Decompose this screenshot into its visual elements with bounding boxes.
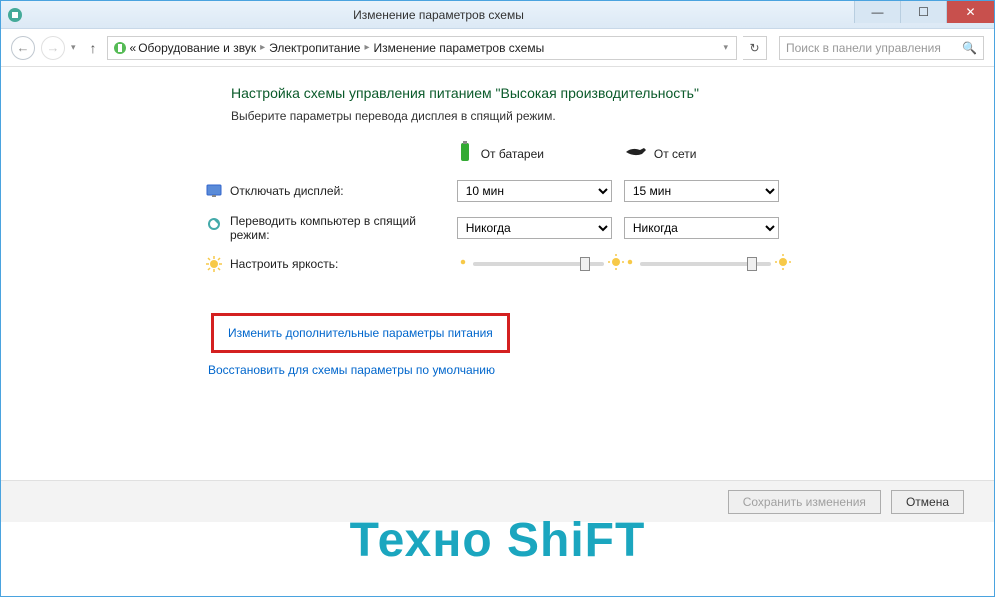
- display-off-label: Отключать дисплей:: [230, 184, 344, 198]
- advanced-settings-highlight: Изменить дополнительные параметры питани…: [211, 313, 510, 353]
- page-heading: Настройка схемы управления питанием "Выс…: [231, 85, 791, 101]
- history-dropdown-icon[interactable]: ▾: [71, 42, 76, 53]
- page-subtext: Выберите параметры перевода дисплея в сп…: [231, 109, 791, 123]
- plug-icon: [624, 145, 646, 162]
- brightness-high-icon: [775, 254, 791, 273]
- up-button[interactable]: ↑: [86, 40, 101, 56]
- brightness-low-icon: [624, 256, 636, 271]
- refresh-button[interactable]: ↻: [743, 36, 767, 60]
- ac-column-label: От сети: [654, 147, 697, 161]
- minimize-button[interactable]: —: [854, 1, 900, 23]
- sleep-ac-select[interactable]: Никогда: [624, 217, 779, 239]
- brightness-icon: [206, 256, 222, 272]
- display-off-battery-select[interactable]: 10 мин: [457, 180, 612, 202]
- control-panel-icon: [112, 40, 128, 56]
- chevron-right-icon: ▸: [362, 42, 371, 53]
- brightness-ac-slider[interactable]: [640, 262, 771, 266]
- battery-icon: [457, 141, 473, 166]
- breadcrumb-bar[interactable]: « Оборудование и звук ▸ Электропитание ▸…: [107, 36, 737, 60]
- watermark-text: Техно ShiFT: [1, 513, 994, 568]
- cancel-button[interactable]: Отмена: [891, 490, 964, 514]
- breadcrumb-item[interactable]: Электропитание: [269, 41, 360, 55]
- sleep-icon: [206, 216, 222, 232]
- navigation-bar: ← → ▾ ↑ « Оборудование и звук ▸ Электроп…: [1, 29, 994, 67]
- breadcrumb-item[interactable]: Изменение параметров схемы: [374, 41, 545, 55]
- sleep-battery-select[interactable]: Никогда: [457, 217, 612, 239]
- brightness-low-icon: [457, 256, 469, 271]
- forward-button[interactable]: →: [41, 36, 65, 60]
- save-button[interactable]: Сохранить изменения: [728, 490, 881, 514]
- sleep-label: Переводить компьютер в спящий режим:: [230, 214, 440, 242]
- brightness-battery-slider[interactable]: [473, 262, 604, 266]
- breadcrumb-dropdown-icon[interactable]: ▾: [723, 42, 732, 53]
- search-input[interactable]: Поиск в панели управления 🔍: [779, 36, 984, 60]
- breadcrumb-leading: «: [130, 41, 137, 55]
- titlebar: Изменение параметров схемы — ☐ ✕: [1, 1, 994, 29]
- power-options-icon: [7, 7, 23, 23]
- brightness-high-icon: [608, 254, 624, 273]
- breadcrumb-item[interactable]: Оборудование и звук: [138, 41, 256, 55]
- restore-defaults-link[interactable]: Восстановить для схемы параметры по умол…: [208, 363, 495, 377]
- close-button[interactable]: ✕: [946, 1, 994, 23]
- back-button[interactable]: ←: [11, 36, 35, 60]
- search-icon: 🔍: [962, 41, 977, 55]
- display-off-ac-select[interactable]: 15 мин: [624, 180, 779, 202]
- window-title: Изменение параметров схемы: [23, 8, 854, 22]
- display-icon: [206, 183, 222, 199]
- maximize-button[interactable]: ☐: [900, 1, 946, 23]
- chevron-right-icon: ▸: [258, 42, 267, 53]
- brightness-label: Настроить яркость:: [230, 257, 338, 271]
- advanced-settings-link[interactable]: Изменить дополнительные параметры питани…: [228, 326, 493, 340]
- search-placeholder: Поиск в панели управления: [786, 41, 941, 55]
- battery-column-label: От батареи: [481, 147, 544, 161]
